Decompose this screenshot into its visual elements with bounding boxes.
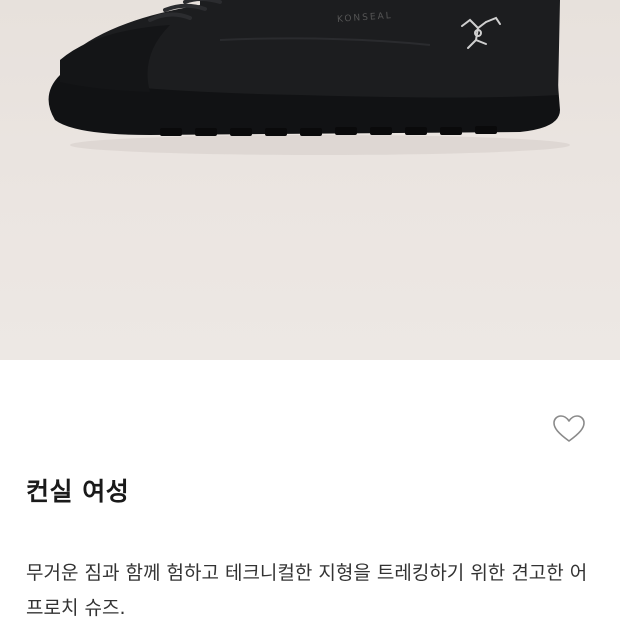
product-description: 무거운 짐과 함께 험하고 테크니컬한 지형을 트레킹하기 위한 견고한 어프로…: [26, 562, 588, 619]
wishlist-button[interactable]: [550, 411, 588, 447]
shoe-illustration: [48, 0, 570, 155]
heart-outline-icon: [553, 415, 585, 442]
product-image[interactable]: KONSEAL: [0, 0, 620, 360]
product-title: 컨실 여성: [26, 477, 130, 506]
